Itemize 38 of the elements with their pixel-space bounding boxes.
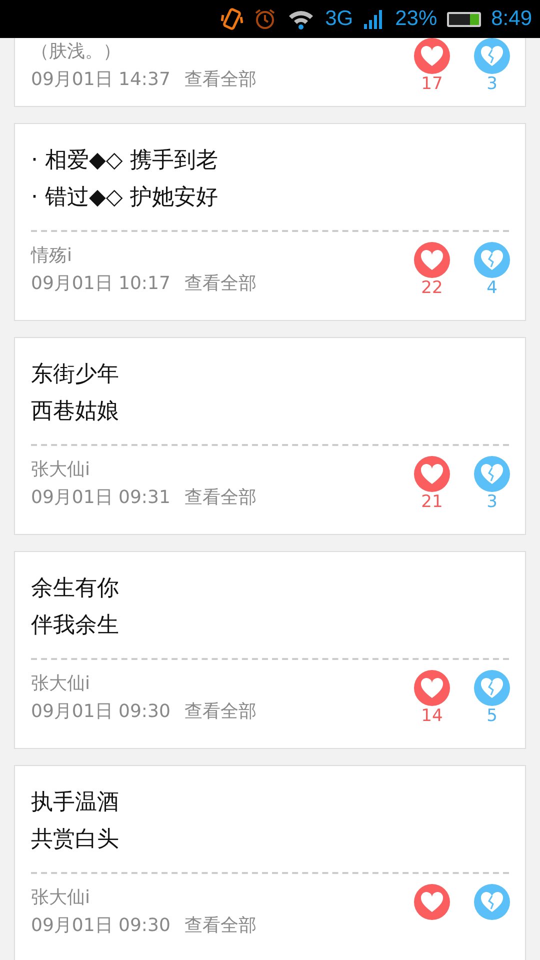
- view-all-link[interactable]: 查看全部: [184, 912, 256, 940]
- dislike-count: 4: [486, 278, 498, 298]
- like-count: 22: [421, 278, 443, 298]
- post-date: 09月01日 09:30: [31, 914, 170, 938]
- alarm-icon: [253, 7, 278, 31]
- like-count: 21: [421, 492, 443, 512]
- network-label: 3G: [325, 7, 354, 31]
- wifi-icon: [287, 8, 316, 30]
- quote-line: 东街少年: [31, 361, 120, 389]
- like-count: 17: [421, 74, 443, 94]
- post-date: 09月01日 09:30: [31, 700, 170, 724]
- dislike-count: 3: [486, 492, 498, 512]
- view-all-link[interactable]: 查看全部: [184, 484, 256, 512]
- author-name: 情殇i: [31, 244, 74, 268]
- vibrate-icon: [221, 7, 244, 31]
- view-all-link[interactable]: 查看全部: [184, 698, 256, 726]
- quote-line: 共赏白头: [31, 826, 120, 854]
- author-name: （肤浅。）: [31, 40, 122, 64]
- quote-line: · 相爱◆◇ 携手到老: [31, 147, 219, 175]
- dislike-count: 5: [486, 706, 498, 726]
- battery-icon: [447, 12, 482, 26]
- view-all-link[interactable]: 查看全部: [184, 66, 256, 94]
- dislike-count: 3: [486, 74, 498, 94]
- battery-percent: 23%: [395, 7, 438, 31]
- quote-line: 执手温酒: [31, 789, 120, 817]
- post-date: 09月01日 10:17: [31, 272, 170, 296]
- post-date: 09月01日 14:37: [31, 68, 170, 92]
- view-all-link[interactable]: 查看全部: [184, 270, 256, 298]
- like-count: 14: [421, 706, 443, 726]
- quote-line: 西巷姑娘: [31, 398, 120, 426]
- author-name: 张大仙i: [31, 672, 92, 696]
- quote-line: · 错过◆◇ 护她安好: [31, 184, 219, 212]
- author-name: 张大仙i: [31, 458, 92, 482]
- post-date: 09月01日 09:31: [31, 486, 170, 510]
- quote-line: 伴我余生: [31, 612, 120, 640]
- clock-time: 8:49: [491, 7, 532, 31]
- quote-line: 余生有你: [31, 575, 120, 603]
- author-name: 张大仙i: [31, 886, 92, 910]
